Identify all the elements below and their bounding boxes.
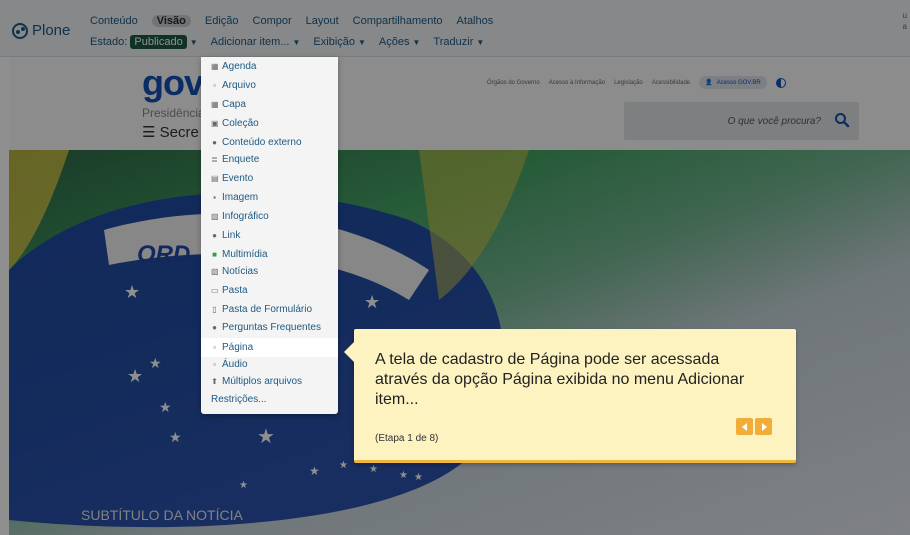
add-pagina-label: Página	[222, 342, 254, 353]
add-restricoes[interactable]: Restrições...	[211, 394, 267, 405]
add-multiplos-arquivos[interactable]: ⬆ Múltiplos arquivos	[211, 376, 302, 387]
add-arquivo[interactable]: ▫ Arquivo	[211, 80, 256, 91]
tooltip-arrow	[344, 342, 354, 362]
add-colecao[interactable]: ▣ Coleção	[211, 118, 259, 129]
add-conteudo-externo[interactable]: ● Conteúdo externo	[211, 137, 302, 148]
grid-icon: ▦	[211, 100, 219, 109]
calendar-icon: ▦	[211, 62, 219, 71]
upload-icon: ⬆	[211, 377, 218, 386]
tooltip-step: (Etapa 1 de 8)	[375, 433, 439, 444]
news-icon: ▧	[211, 267, 219, 276]
add-evento[interactable]: ▤ Evento	[211, 173, 253, 184]
add-imagem[interactable]: ▪ Imagem	[211, 192, 258, 203]
event-icon: ▤	[211, 174, 219, 183]
infographic-icon: ▨	[211, 212, 219, 221]
folder-icon: ▭	[211, 286, 219, 295]
add-link-label: Link	[222, 230, 241, 241]
tooltip-text: A tela de cadastro de Página pode ser ac…	[375, 351, 745, 408]
add-pasta-formulario-label: Pasta de Formulário	[222, 304, 313, 315]
tooltip-prev-button[interactable]	[736, 418, 753, 435]
tooltip-next-button[interactable]	[755, 418, 772, 435]
tooltip-nav	[736, 418, 772, 435]
add-capa-label: Capa	[222, 99, 246, 110]
add-link[interactable]: ● Link	[211, 230, 240, 241]
add-pagina[interactable]: ▫ Página	[201, 338, 338, 357]
add-infografico[interactable]: ▨ Infográfico	[211, 211, 269, 222]
add-pasta[interactable]: ▭ Pasta	[211, 285, 248, 296]
add-audio-label: Áudio	[222, 359, 248, 370]
add-enquete[interactable]: ≣ Enquete	[211, 154, 259, 165]
add-arquivo-label: Arquivo	[222, 80, 256, 91]
add-evento-label: Evento	[222, 173, 254, 184]
collection-icon: ▣	[211, 119, 219, 128]
add-conteudo-externo-label: Conteúdo externo	[222, 137, 302, 148]
add-audio[interactable]: ▫ Áudio	[211, 359, 248, 370]
multimedia-icon: ■	[212, 250, 217, 259]
add-pasta-formulario[interactable]: ▯ Pasta de Formulário	[211, 304, 312, 315]
add-noticias[interactable]: ▧ Notícias	[211, 266, 258, 277]
add-agenda-label: Agenda	[222, 61, 257, 72]
add-multimidia-label: Multimídia	[222, 249, 268, 260]
add-enquete-label: Enquete	[222, 154, 260, 165]
add-multimidia[interactable]: ■ Multimídia	[211, 249, 268, 260]
link-icon: ●	[212, 231, 217, 240]
audio-icon: ▫	[213, 360, 216, 369]
add-noticias-label: Notícias	[222, 266, 259, 277]
file-icon: ▫	[213, 81, 216, 90]
add-multiplos-arquivos-label: Múltiplos arquivos	[222, 376, 303, 387]
add-colecao-label: Coleção	[222, 118, 259, 129]
image-icon: ▪	[213, 193, 216, 202]
add-capa[interactable]: ▦ Capa	[211, 99, 246, 110]
form-folder-icon: ▯	[212, 305, 217, 314]
chevron-right-icon	[761, 422, 767, 431]
add-imagem-label: Imagem	[222, 192, 259, 203]
add-agenda[interactable]: ▦ Agenda	[211, 61, 256, 72]
add-item-dropdown: ▦ Agenda ▫ Arquivo ▦ Capa ▣ Coleção ● Conteúd…	[201, 57, 338, 414]
chevron-left-icon	[741, 422, 747, 431]
add-perguntas-frequentes[interactable]: ● Perguntas Frequentes	[211, 322, 321, 333]
add-infografico-label: Infográfico	[222, 211, 269, 222]
page-icon: ▫	[213, 343, 216, 352]
add-pasta-label: Pasta	[222, 285, 248, 296]
poll-icon: ≣	[211, 155, 218, 164]
faq-icon: ●	[212, 323, 217, 332]
add-restricoes-label: Restrições...	[211, 394, 267, 405]
tour-tooltip: A tela de cadastro de Página pode ser ac…	[344, 329, 796, 463]
add-perguntas-frequentes-label: Perguntas Frequentes	[222, 322, 321, 333]
globe-icon: ●	[212, 138, 217, 147]
